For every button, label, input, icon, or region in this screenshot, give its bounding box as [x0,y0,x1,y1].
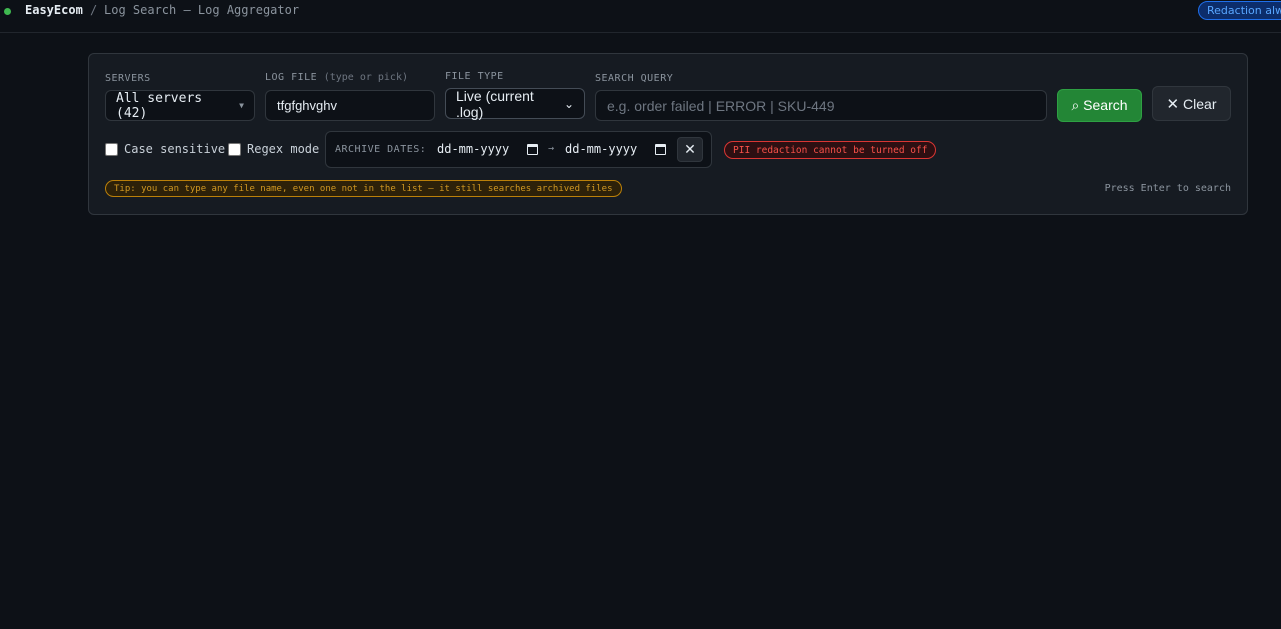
logfile-label-hint: (type or pick) [323,72,408,83]
regex-mode-label: Regex mode [247,142,320,156]
calendar-icon[interactable] [655,143,667,155]
logfile-input[interactable]: tfgfghvghv [265,90,435,121]
case-sensitive-label: Case sensitive [124,142,226,156]
search-button-label: ⌕ Search [1071,97,1128,113]
top-bar: EasyEcom / Log Search — Log Aggregator R… [0,0,1281,33]
case-sensitive-toggle[interactable]: Case sensitive [105,142,225,156]
clear-button[interactable]: ✕ Clear [1152,86,1231,121]
chevron-down-icon: ⌄ [563,96,574,111]
date-from-input[interactable]: dd-mm-yyyy [437,142,539,156]
date-from-value: dd-mm-yyyy [437,142,510,156]
enter-hint: Press Enter to search [1104,183,1231,194]
chevron-down-icon: ▼ [239,101,244,110]
status-dot-icon [4,8,11,15]
close-icon: ✕ [684,141,696,158]
servers-select-value: All servers (42) [116,90,203,121]
logfile-input-value: tfgfghvghv [277,98,337,113]
servers-label: SERVERS [105,73,151,84]
logfile-label-text: LOG FILE [265,72,318,83]
regex-mode-checkbox[interactable] [228,142,241,156]
page-title: Log Search — Log Aggregator [104,3,300,17]
case-sensitive-checkbox[interactable] [105,142,118,156]
search-button[interactable]: ⌕ Search [1057,89,1142,122]
date-to-value: dd-mm-yyyy [565,142,638,156]
query-label: SEARCH QUERY [595,73,674,84]
arrow-right-icon: → [548,143,555,154]
search-panel: SERVERS LOG FILE (type or pick) FILE TYP… [88,53,1248,215]
archive-dates-group: ARCHIVE DATES: dd-mm-yyyy → dd-mm-yyyy ✕ [325,131,712,168]
pii-redaction-badge: PII redaction cannot be turned off [724,141,937,159]
search-query-placeholder: e.g. order failed | ERROR | SKU-449 [607,97,835,114]
filetype-select-value: Live (current .log) [456,87,534,120]
calendar-icon[interactable] [527,143,539,155]
regex-mode-toggle[interactable]: Regex mode [228,142,319,156]
brand-name[interactable]: EasyEcom [25,3,83,17]
redaction-status-badge: Redaction always on [1198,1,1281,20]
close-icon: ✕ [1166,94,1180,113]
filetype-select[interactable]: Live (current .log) ⌄ [445,87,585,120]
date-to-input[interactable]: dd-mm-yyyy [565,142,667,156]
clear-dates-button[interactable]: ✕ [677,137,703,162]
servers-select[interactable]: All servers (42) ▼ [105,90,255,121]
filetype-label: FILE TYPE [445,71,504,82]
breadcrumb-separator: / [90,3,98,17]
tip-badge: Tip: you can type any file name, even on… [105,180,622,197]
archive-dates-label: ARCHIVE DATES: [335,144,427,155]
clear-button-label: Clear [1183,95,1217,112]
search-query-input[interactable]: e.g. order failed | ERROR | SKU-449 [595,90,1047,121]
logfile-label: LOG FILE (type or pick) [265,72,408,83]
